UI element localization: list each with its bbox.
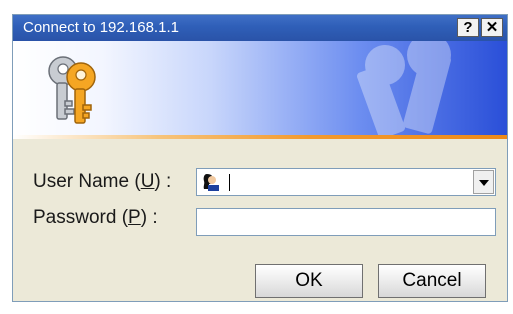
close-button[interactable]: ✕ bbox=[481, 18, 503, 37]
password-field[interactable] bbox=[196, 208, 496, 236]
banner-accent-strip bbox=[13, 135, 507, 139]
login-dialog: Connect to 192.168.1.1 ? ✕ User Name (U)… bbox=[12, 14, 508, 302]
keys-watermark-icon bbox=[357, 41, 451, 139]
ok-button[interactable]: OK bbox=[255, 264, 363, 298]
dialog-banner bbox=[13, 41, 507, 139]
username-combobox[interactable] bbox=[196, 168, 496, 196]
password-label: Password (P) : bbox=[33, 207, 158, 228]
help-button[interactable]: ? bbox=[457, 18, 479, 37]
cancel-button[interactable]: Cancel bbox=[378, 264, 486, 298]
username-dropdown-button[interactable] bbox=[473, 170, 494, 194]
chevron-down-icon bbox=[479, 180, 489, 186]
title-bar[interactable]: Connect to 192.168.1.1 ? ✕ bbox=[13, 15, 507, 41]
user-icon bbox=[202, 173, 220, 191]
window-title: Connect to 192.168.1.1 bbox=[23, 19, 179, 36]
keys-icon bbox=[48, 56, 96, 124]
text-caret bbox=[229, 174, 230, 191]
username-label: User Name (U) : bbox=[33, 171, 172, 192]
